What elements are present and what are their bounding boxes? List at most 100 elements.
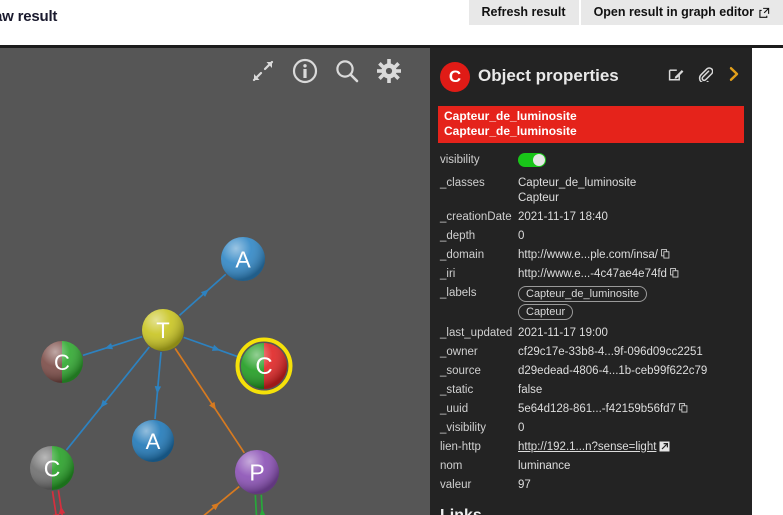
- property-row: _creationDate 2021-11-17 18:40: [440, 210, 746, 225]
- search-icon[interactable]: [334, 58, 360, 84]
- edge-arrow-icon: [259, 508, 266, 515]
- graph-edge[interactable]: [154, 351, 162, 420]
- graph-edge[interactable]: [82, 335, 143, 357]
- refresh-result-button[interactable]: Refresh result: [468, 0, 579, 25]
- edge-arrow-icon: [211, 344, 221, 351]
- gear-icon[interactable]: [376, 58, 402, 84]
- edge-arrow-icon: [104, 343, 113, 350]
- graph-edge[interactable]: [174, 347, 246, 454]
- node-label: P: [249, 460, 264, 486]
- node-label: C: [44, 456, 61, 482]
- property-key: _uuid: [440, 403, 469, 415]
- property-key: _owner: [440, 346, 478, 358]
- property-value-line: Capteur: [518, 192, 559, 204]
- banner-line-1: Capteur_de_luminosite: [444, 109, 577, 123]
- graph-nodes: ATCCACPM: [30, 237, 293, 494]
- property-row: lien-http http://192.1...n?sense=light: [440, 440, 746, 455]
- property-row: visibility: [440, 153, 746, 172]
- expand-icon[interactable]: [250, 58, 276, 84]
- graph-edge[interactable]: [183, 336, 242, 359]
- property-value[interactable]: [518, 153, 546, 172]
- refresh-result-label: Refresh result: [481, 5, 566, 19]
- property-value-line: Capteur_de_luminosite: [518, 177, 637, 189]
- avatar: C: [440, 62, 470, 92]
- property-row: _static false: [440, 383, 746, 398]
- panel-header-icons: [668, 66, 742, 82]
- open-result-label: Open result in graph editor: [593, 5, 754, 19]
- graph-node[interactable]: T: [142, 309, 184, 351]
- graph-node[interactable]: C: [30, 446, 74, 490]
- label-chip[interactable]: Capteur: [518, 304, 574, 320]
- property-row: nom luminance: [440, 459, 746, 474]
- graph-edge[interactable]: [178, 273, 227, 317]
- node-label: C: [255, 353, 272, 380]
- property-row: _classes Capteur_de_luminosite Capteur: [440, 176, 746, 206]
- page-title: aw result: [0, 8, 58, 25]
- property-key: _labels: [440, 287, 477, 299]
- panel-header: C Object properties: [430, 48, 752, 106]
- node-label: C: [54, 350, 70, 375]
- copy-icon[interactable]: [679, 403, 688, 413]
- property-key: _domain: [440, 249, 485, 261]
- copy-icon[interactable]: [670, 268, 679, 278]
- property-key: _static: [440, 384, 474, 396]
- property-key: _visibility: [440, 422, 487, 434]
- property-row: _domain http://www.e...ple.com/insa/: [440, 248, 746, 263]
- graph-edge[interactable]: [254, 495, 258, 515]
- graph-node[interactable]: P: [235, 450, 279, 494]
- property-key: nom: [440, 460, 463, 472]
- http-link[interactable]: http://192.1...n?sense=light: [518, 441, 656, 453]
- property-value: 5e64d128-861...-f42159b56fd7: [518, 402, 688, 417]
- property-value-text: http://www.e...-4c47ae4e74fd: [518, 268, 667, 280]
- property-row: _labels Capteur_de_luminosite Capteur: [440, 286, 746, 322]
- visibility-toggle[interactable]: [518, 153, 546, 167]
- property-key: _depth: [440, 230, 476, 242]
- properties-list: visibility _classes Capteur_de_luminosite …: [430, 153, 752, 493]
- property-key: lien-http: [440, 441, 481, 453]
- open-result-in-graph-editor-button[interactable]: Open result in graph editor: [580, 0, 783, 25]
- property-key: _creationDate: [440, 211, 512, 223]
- paperclip-icon[interactable]: [697, 66, 713, 82]
- graph-node[interactable]: C: [235, 337, 293, 395]
- links-heading: Links: [440, 507, 752, 515]
- property-row: _owner cf29c17e-33b8-4...9f-096d09cc2251: [440, 345, 746, 360]
- info-icon[interactable]: [292, 58, 318, 84]
- property-value: http://www.e...-4c47ae4e74fd: [518, 267, 679, 282]
- edit-icon[interactable]: [668, 66, 684, 82]
- property-value: 2021-11-17 19:00: [518, 327, 608, 339]
- property-row: valeur 97: [440, 478, 746, 493]
- external-link-icon[interactable]: [659, 441, 670, 452]
- property-row: _depth 0: [440, 229, 746, 244]
- object-name-banner: Capteur_de_luminosite Capteur_de_luminos…: [438, 106, 744, 143]
- graph-edge[interactable]: [187, 485, 240, 515]
- graph-canvas[interactable]: ATCCACPM: [0, 48, 430, 515]
- copy-icon[interactable]: [661, 249, 670, 259]
- node-label: A: [146, 429, 161, 454]
- property-value: 0: [518, 230, 525, 242]
- top-toolbar: aw result Refresh result Open result in …: [0, 0, 783, 38]
- property-value: Capteur_de_luminosite Capteur: [518, 286, 648, 322]
- property-value: d29edead-4806-4...1b-ceb99f622c79: [518, 365, 708, 377]
- chevron-right-icon[interactable]: [726, 66, 742, 82]
- property-row: _uuid 5e64d128-861...-f42159b56fd7: [440, 402, 746, 417]
- node-label: A: [235, 247, 251, 273]
- property-value: 0: [518, 422, 525, 434]
- graph-svg: ATCCACPM: [30, 237, 293, 515]
- property-value[interactable]: http://192.1...n?sense=light: [518, 440, 670, 455]
- page-right-margin: [752, 48, 783, 515]
- graph-node[interactable]: A: [132, 420, 174, 462]
- label-chip[interactable]: Capteur_de_luminosite: [518, 286, 648, 302]
- graph-node[interactable]: A: [221, 237, 265, 281]
- banner-line-2: Capteur_de_luminosite: [444, 124, 577, 138]
- property-value: cf29c17e-33b8-4...9f-096d09cc2251: [518, 346, 703, 358]
- graph-node[interactable]: C: [41, 341, 83, 383]
- panel-title: Object properties: [478, 66, 619, 85]
- property-value: false: [518, 384, 543, 396]
- property-row: _source d29edead-4806-4...1b-ceb99f622c79: [440, 364, 746, 379]
- object-properties-panel: C Object properties Capteur_de_luminosit…: [430, 48, 752, 515]
- property-value: 2021-11-17 18:40: [518, 211, 608, 223]
- property-key: _iri: [440, 268, 456, 280]
- node-label: T: [156, 318, 169, 343]
- property-row: _last_updated 2021-11-17 19:00: [440, 326, 746, 341]
- toolbar-buttons: Refresh result Open result in graph edit…: [468, 0, 783, 28]
